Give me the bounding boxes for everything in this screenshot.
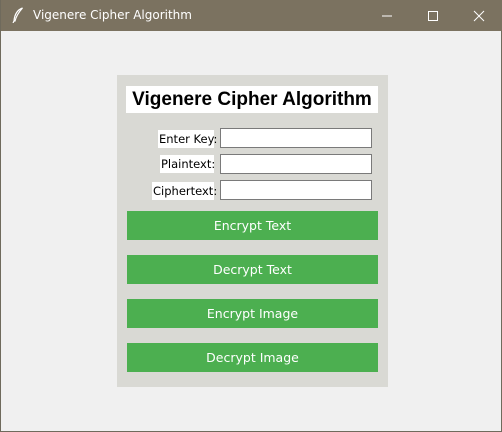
key-input[interactable] <box>220 128 372 148</box>
maximize-button[interactable] <box>410 0 456 31</box>
title-bar[interactable]: Vigenere Cipher Algorithm <box>1 0 502 31</box>
close-icon <box>473 10 485 22</box>
ciphertext-input[interactable] <box>220 180 372 200</box>
feather-icon <box>11 7 25 24</box>
maximize-icon <box>428 11 438 21</box>
key-label: Enter Key: <box>158 130 218 148</box>
minimize-icon <box>382 15 392 17</box>
decrypt-image-button[interactable]: Decrypt Image <box>127 343 378 372</box>
plaintext-label: Plaintext: <box>160 155 216 173</box>
plaintext-input[interactable] <box>220 154 372 174</box>
encrypt-text-button[interactable]: Encrypt Text <box>127 211 378 240</box>
ciphertext-label: Ciphertext: <box>152 182 218 200</box>
window-title: Vigenere Cipher Algorithm <box>33 8 192 22</box>
minimize-button[interactable] <box>364 0 410 31</box>
close-button[interactable] <box>456 0 502 31</box>
app-window: Vigenere Cipher Algorithm Vigenere Ciphe… <box>0 0 502 432</box>
page-title: Vigenere Cipher Algorithm <box>126 86 378 113</box>
encrypt-image-button[interactable]: Encrypt Image <box>127 299 378 328</box>
decrypt-text-button[interactable]: Decrypt Text <box>127 255 378 284</box>
